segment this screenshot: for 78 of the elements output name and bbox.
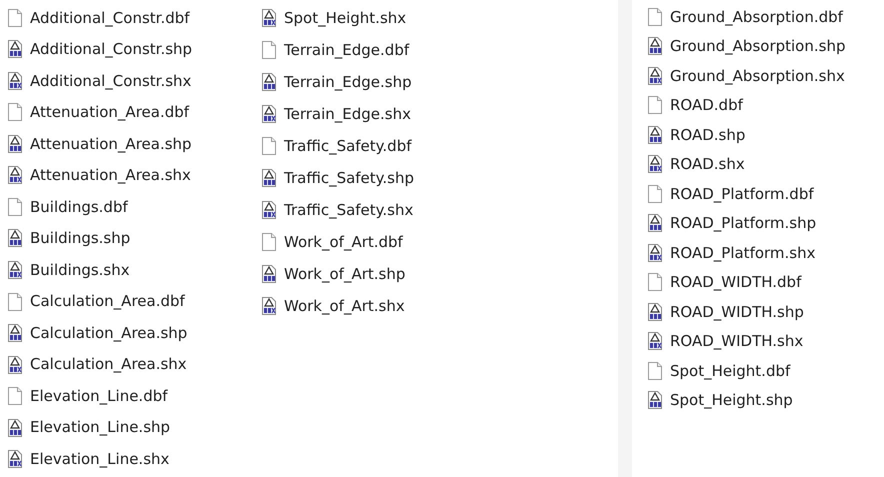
file-icon: [646, 6, 664, 27]
file-name[interactable]: Attenuation_Area.shx: [30, 164, 191, 187]
file-icon: [6, 8, 24, 28]
file-name[interactable]: Elevation_Line.shx: [30, 448, 170, 470]
file-name[interactable]: Buildings.shp: [30, 227, 130, 250]
shape-file-icon: [260, 264, 278, 284]
file-icon: [260, 40, 278, 60]
shape-file-icon: [646, 36, 664, 56]
file-name[interactable]: Terrain_Edge.dbf: [284, 38, 410, 62]
shape-file-icon: [646, 242, 664, 263]
file-name[interactable]: Terrain_Edge.shp: [284, 70, 412, 94]
file-name[interactable]: ROAD_Platform.shp: [670, 212, 816, 234]
file-name[interactable]: Spot_Height.dbf: [670, 360, 790, 382]
file-name[interactable]: Additional_Constr.dbf: [30, 6, 190, 30]
file-name[interactable]: Elevation_Line.dbf: [30, 384, 168, 408]
file-name[interactable]: Attenuation_Area.dbf: [30, 101, 190, 124]
file-icon: [646, 360, 664, 381]
file-icon: [646, 95, 664, 116]
file-name[interactable]: ROAD_WIDTH.dbf: [670, 271, 802, 294]
file-icon: [6, 386, 24, 406]
file-icon: [646, 272, 664, 292]
shape-file-icon: [6, 134, 24, 154]
file-name[interactable]: Ground_Absorption.dbf: [670, 6, 843, 28]
file-name[interactable]: Spot_Height.shx: [284, 6, 406, 30]
shape-file-icon: [646, 154, 664, 174]
file-icon: [6, 196, 24, 217]
file-name[interactable]: ROAD_WIDTH.shx: [670, 330, 804, 352]
shape-file-icon: [646, 331, 664, 352]
file-name[interactable]: Terrain_Edge.shx: [284, 102, 411, 126]
file-name[interactable]: ROAD_WIDTH.shp: [670, 300, 804, 323]
file-name[interactable]: Traffic_Safety.dbf: [284, 134, 412, 158]
shape-file-icon: [260, 8, 278, 28]
file-name[interactable]: Work_of_Art.shp: [284, 262, 406, 286]
file-name[interactable]: Spot_Height.shp: [670, 389, 793, 412]
shape-file-icon: [6, 260, 24, 280]
file-name[interactable]: ROAD_Platform.shx: [670, 242, 816, 264]
shape-file-icon: [6, 228, 24, 248]
shape-file-icon: [646, 124, 664, 145]
file-name[interactable]: Ground_Absorption.shx: [670, 64, 845, 87]
file-name[interactable]: Additional_Constr.shx: [30, 70, 192, 92]
file-name[interactable]: Work_of_Art.shx: [284, 294, 405, 318]
file-icon: [6, 292, 24, 312]
file-name[interactable]: ROAD_Platform.dbf: [670, 182, 814, 205]
shape-file-icon: [646, 302, 664, 322]
file-icon: [646, 184, 664, 204]
shape-file-icon: [6, 70, 24, 91]
shape-file-icon: [6, 449, 24, 470]
shape-file-icon: [646, 66, 664, 86]
shape-file-icon: [260, 72, 278, 92]
shape-file-icon: [6, 418, 24, 438]
file-name[interactable]: ROAD.dbf: [670, 94, 743, 116]
file-name[interactable]: Elevation_Line.shp: [30, 416, 170, 439]
file-name[interactable]: Calculation_Area.shx: [30, 353, 187, 376]
shape-file-icon: [260, 200, 278, 220]
shape-file-icon: [6, 39, 24, 60]
file-name[interactable]: Traffic_Safety.shp: [284, 166, 414, 190]
shape-file-icon: [260, 104, 278, 124]
shape-file-icon: [6, 323, 24, 344]
shape-file-icon: [646, 390, 664, 410]
file-name[interactable]: Additional_Constr.shp: [30, 38, 192, 61]
file-name[interactable]: Attenuation_Area.shp: [30, 132, 192, 156]
file-name[interactable]: Ground_Absorption.shp: [670, 35, 846, 58]
file-name[interactable]: Calculation_Area.shp: [30, 322, 188, 344]
file-name[interactable]: Work_of_Art.dbf: [284, 230, 403, 254]
file-icon: [6, 102, 24, 122]
file-name[interactable]: Traffic_Safety.shx: [284, 198, 414, 222]
file-icon: [260, 136, 278, 156]
file-icon: [260, 232, 278, 252]
file-name[interactable]: Buildings.shx: [30, 258, 130, 282]
file-name[interactable]: ROAD.shx: [670, 153, 745, 176]
file-name[interactable]: Buildings.dbf: [30, 196, 128, 218]
file-name[interactable]: ROAD.shp: [670, 124, 746, 146]
shape-file-icon: [6, 165, 24, 186]
shape-file-icon: [6, 354, 24, 375]
shape-file-icon: [646, 213, 664, 234]
shape-file-icon: [260, 168, 278, 188]
shape-file-icon: [260, 296, 278, 316]
file-name[interactable]: Calculation_Area.dbf: [30, 290, 185, 313]
